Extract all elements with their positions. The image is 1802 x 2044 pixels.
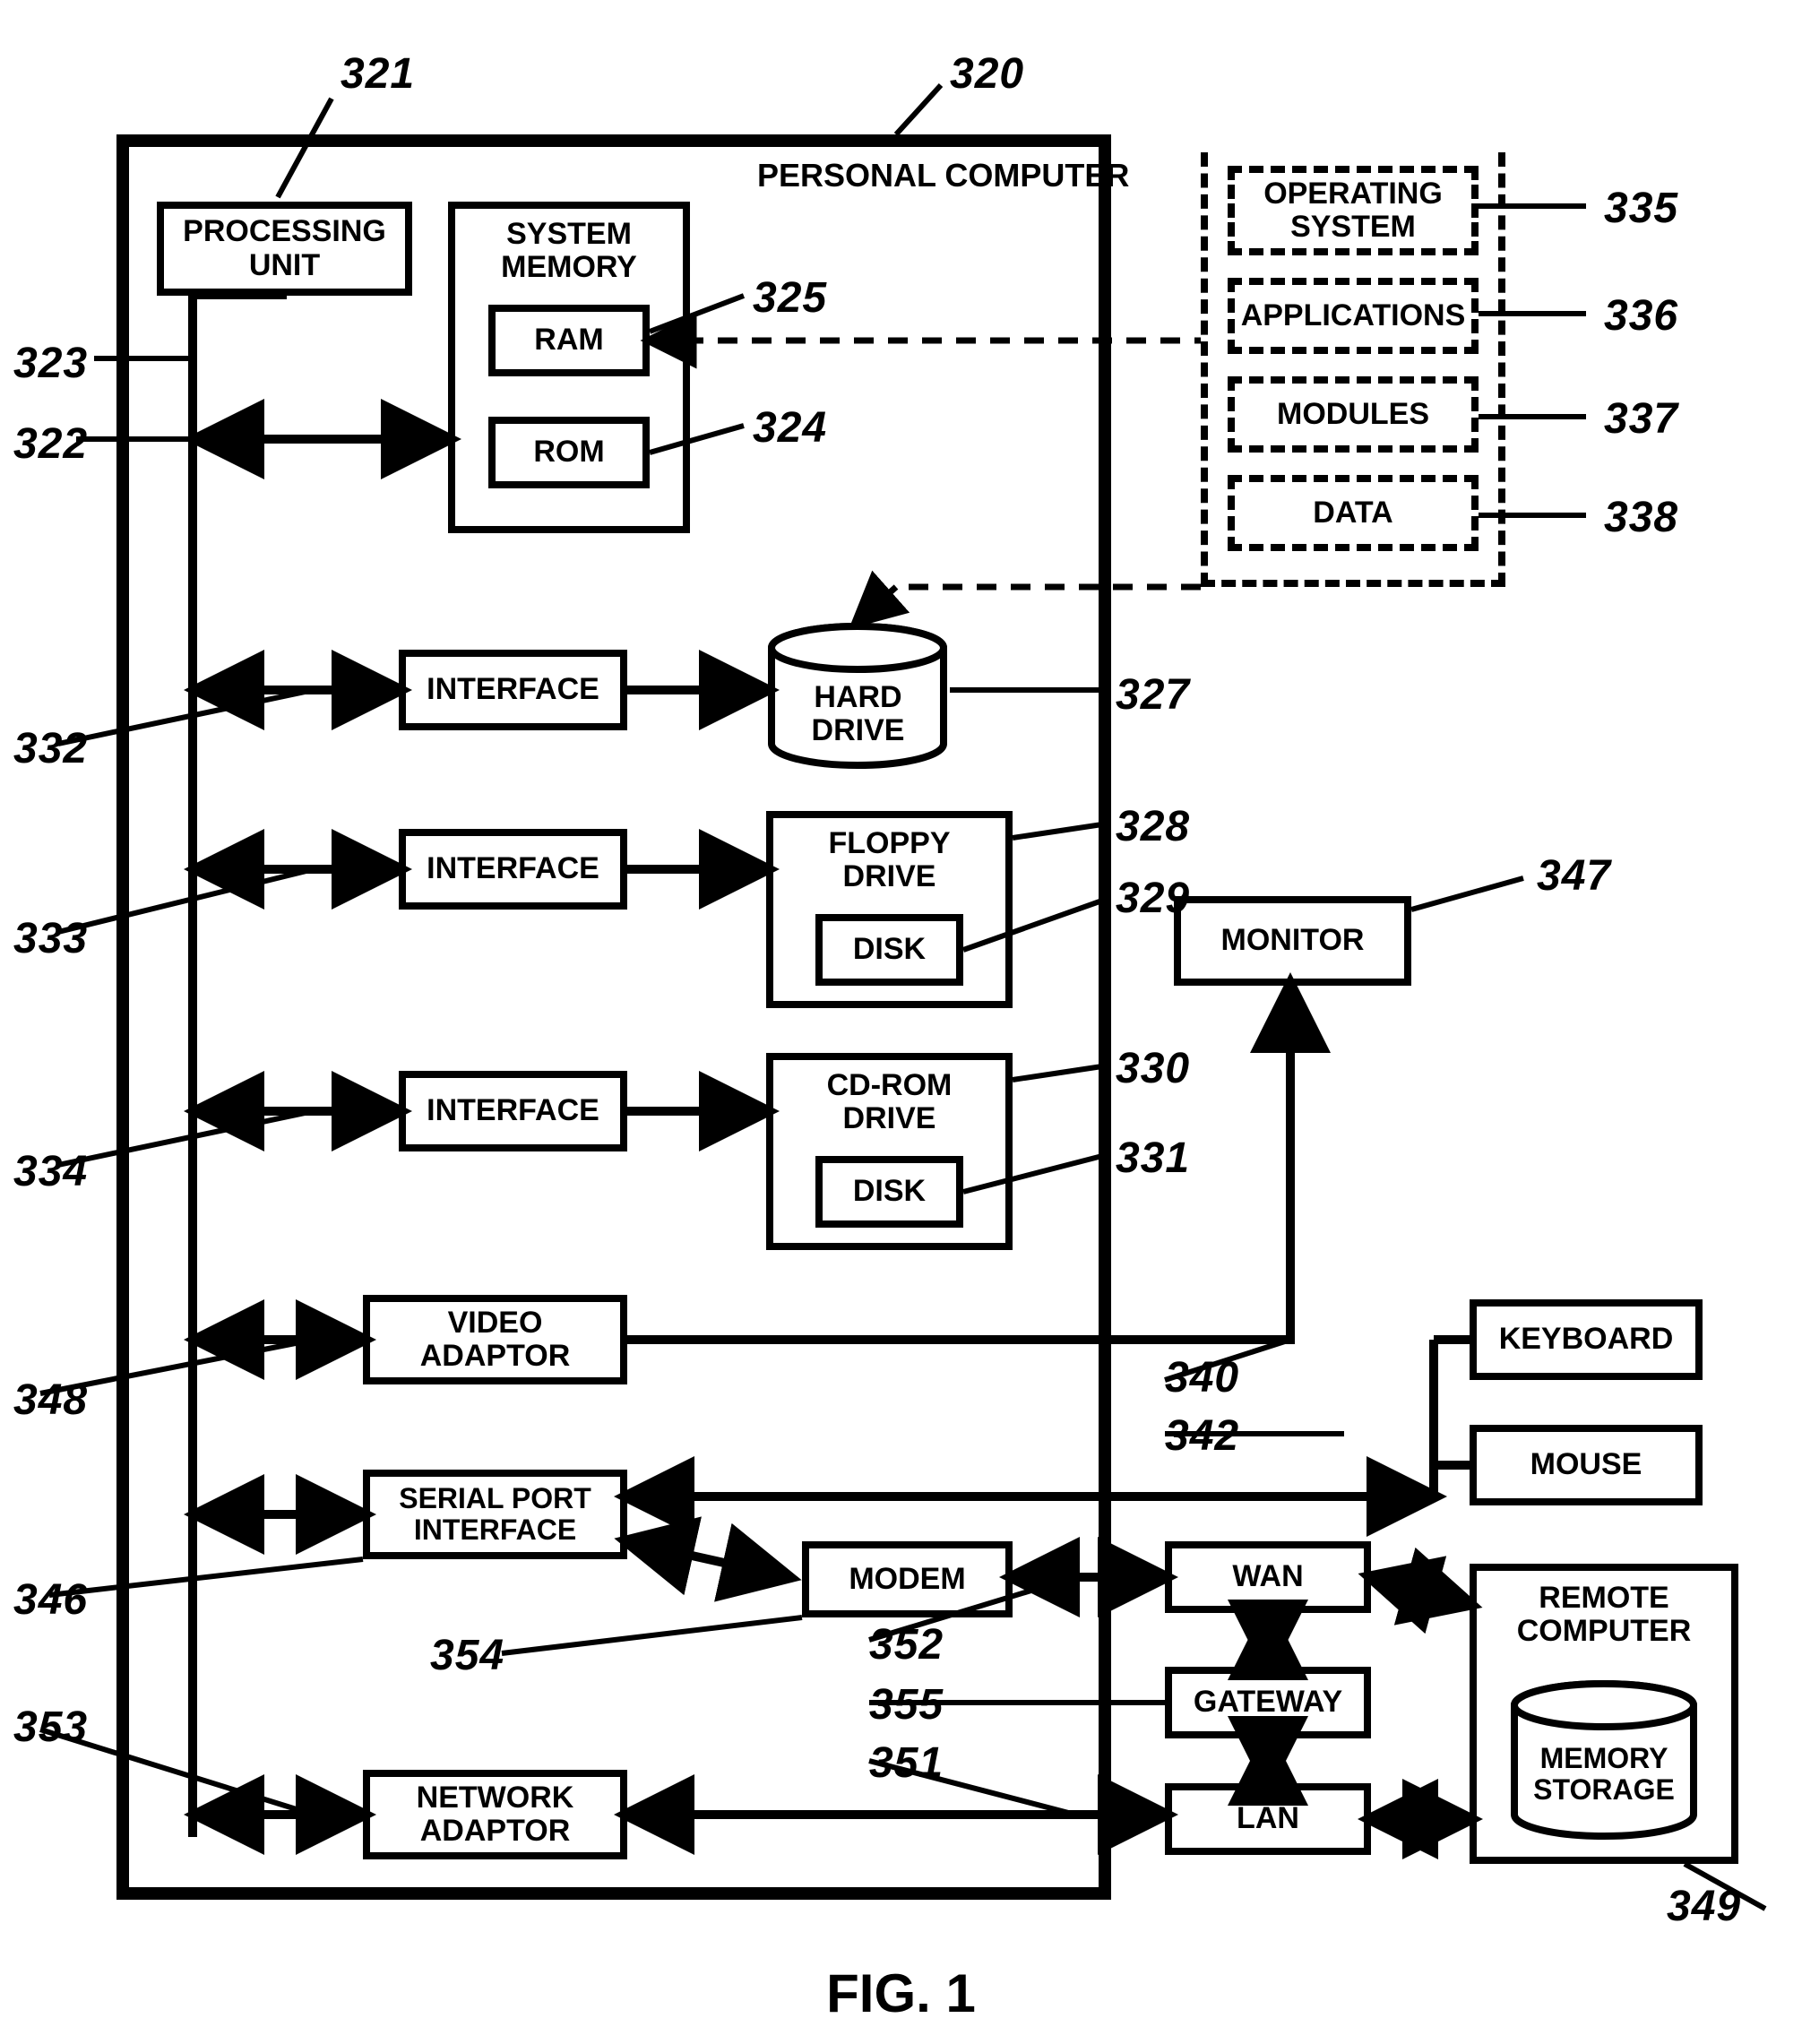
ref-329: 329 — [1116, 874, 1190, 923]
ref-353: 353 — [13, 1703, 88, 1752]
ref-354: 354 — [430, 1631, 504, 1680]
data-box: DATA — [1228, 475, 1479, 551]
monitor-box: MONITOR — [1174, 896, 1411, 986]
video-adaptor-box: VIDEO ADAPTOR — [363, 1295, 627, 1384]
memory-storage-cylinder: MEMORY STORAGE — [1505, 1680, 1703, 1841]
ref-348: 348 — [13, 1376, 88, 1425]
ref-349: 349 — [1667, 1882, 1741, 1931]
ram-box: RAM — [488, 305, 650, 376]
floppy-disk-box: DISK — [815, 914, 963, 986]
diagram-stage: PERSONAL COMPUTER PROCESSING UNIT SYSTEM… — [0, 0, 1802, 2044]
ref-324: 324 — [753, 403, 827, 453]
ref-333: 333 — [13, 914, 88, 963]
rom-box: ROM — [488, 417, 650, 488]
ref-321: 321 — [341, 49, 415, 99]
hard-drive-label: HARD DRIVE — [766, 681, 950, 748]
ref-331: 331 — [1116, 1134, 1190, 1183]
cdrom-disk-box: DISK — [815, 1156, 963, 1228]
ref-323: 323 — [13, 339, 88, 388]
figure-caption: FIG. 1 — [0, 1962, 1802, 2024]
hard-drive-cylinder: HARD DRIVE — [766, 623, 950, 771]
interface-1-box: INTERFACE — [399, 650, 627, 730]
ref-347: 347 — [1537, 851, 1611, 901]
ref-338: 338 — [1604, 493, 1678, 542]
keyboard-box: KEYBOARD — [1470, 1299, 1703, 1380]
ref-320: 320 — [950, 49, 1024, 99]
modem-box: MODEM — [802, 1541, 1013, 1617]
wan-box: WAN — [1165, 1541, 1371, 1613]
ref-352: 352 — [869, 1620, 944, 1669]
applications-box: APPLICATIONS — [1228, 278, 1479, 354]
ref-335: 335 — [1604, 184, 1678, 233]
ref-355: 355 — [869, 1680, 944, 1729]
ref-332: 332 — [13, 724, 88, 773]
processing-unit-box: PROCESSING UNIT — [157, 202, 412, 296]
ref-340: 340 — [1165, 1353, 1239, 1402]
ref-325: 325 — [753, 273, 827, 323]
ref-346: 346 — [13, 1575, 88, 1625]
serial-port-interface-box: SERIAL PORT INTERFACE — [363, 1470, 627, 1559]
ref-337: 337 — [1604, 394, 1678, 444]
ref-334: 334 — [13, 1147, 88, 1196]
ref-328: 328 — [1116, 802, 1190, 851]
system-bus-vertical — [188, 296, 197, 1837]
lan-box: LAN — [1165, 1783, 1371, 1855]
interface-2-box: INTERFACE — [399, 829, 627, 910]
memory-storage-label: MEMORY STORAGE — [1505, 1743, 1703, 1806]
ref-330: 330 — [1116, 1044, 1190, 1093]
network-adaptor-box: NETWORK ADAPTOR — [363, 1770, 627, 1859]
ref-322: 322 — [13, 419, 88, 469]
pc-title: PERSONAL COMPUTER — [757, 157, 1129, 194]
ref-342: 342 — [1165, 1411, 1239, 1461]
operating-system-box: OPERATING SYSTEM — [1228, 166, 1479, 255]
ref-327: 327 — [1116, 670, 1190, 720]
interface-3-box: INTERFACE — [399, 1071, 627, 1151]
ref-351: 351 — [869, 1738, 944, 1788]
gateway-box: GATEWAY — [1165, 1667, 1371, 1738]
modules-box: MODULES — [1228, 376, 1479, 453]
ref-336: 336 — [1604, 291, 1678, 341]
mouse-box: MOUSE — [1470, 1425, 1703, 1505]
